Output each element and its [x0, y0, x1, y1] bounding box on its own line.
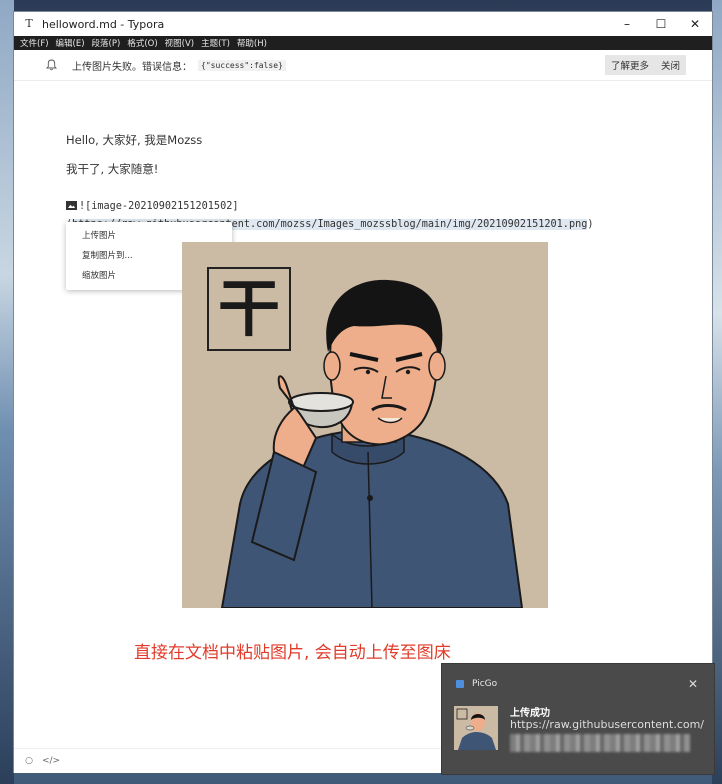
close-button[interactable]: ✕ — [678, 12, 712, 36]
menu-theme[interactable]: 主题(T) — [201, 37, 230, 49]
sign-character: 干 — [218, 272, 280, 345]
menu-edit[interactable]: 编辑(E) — [56, 37, 85, 49]
menu-format[interactable]: 格式(O) — [127, 37, 157, 49]
menu-help[interactable]: 帮助(H) — [237, 37, 267, 49]
toast-body: 上传成功 https://raw.githubusercontent.com/ — [454, 704, 704, 764]
desktop-background-left — [0, 0, 14, 784]
toast-header: PicGo ✕ — [442, 664, 714, 704]
window-title: helloword.md - Typora — [42, 17, 165, 31]
error-code: {"success":false} — [198, 59, 286, 71]
bell-icon — [44, 58, 58, 72]
menu-paragraph[interactable]: 段落(P) — [92, 37, 121, 49]
picgo-toast-notification[interactable]: PicGo ✕ 上传成功 https://raw.githubuserconte… — [442, 664, 714, 774]
paragraph-greeting[interactable]: Hello, 大家好, 我是Mozss — [66, 132, 202, 148]
typora-app-icon: T — [25, 17, 33, 30]
upload-error-notification: 上传图片失败。错误信息： {"success":false} 了解更多 关闭 — [14, 50, 712, 81]
paragraph-cheers[interactable]: 我干了, 大家随意! — [66, 161, 158, 177]
maximize-button[interactable]: ☐ — [644, 12, 678, 36]
caption-text: 直接在文档中粘贴图片, 会自动上传至图床 — [134, 643, 451, 663]
learn-more-button[interactable]: 了解更多 — [604, 55, 655, 75]
title-bar[interactable]: T helloword.md - Typora – ☐ ✕ — [14, 12, 712, 36]
md-suffix: ) — [587, 219, 594, 230]
menu-view[interactable]: 视图(V) — [165, 37, 194, 49]
dismiss-button[interactable]: 关闭 — [654, 55, 686, 75]
menu-bar: 文件(F) 编辑(E) 段落(P) 格式(O) 视图(V) 主题(T) 帮助(H… — [14, 36, 712, 50]
sidebar-toggle-icon[interactable]: ○ — [22, 754, 36, 768]
toast-redacted-text — [510, 734, 690, 752]
menu-file[interactable]: 文件(F) — [20, 37, 49, 49]
picgo-app-icon — [456, 680, 464, 688]
minimize-button[interactable]: – — [610, 12, 644, 36]
editor-content[interactable]: Hello, 大家好, 我是Mozss 我干了, 大家随意! ![image-2… — [14, 98, 712, 748]
image-icon — [66, 201, 77, 210]
toast-thumbnail — [454, 706, 498, 750]
toast-close-icon[interactable]: ✕ — [688, 677, 698, 691]
cheers-man-illustration: 干 — [182, 242, 548, 608]
toast-url: https://raw.githubusercontent.com/ — [510, 718, 705, 731]
error-message: 上传图片失败。错误信息： — [72, 61, 192, 73]
typora-window: T helloword.md - Typora – ☐ ✕ 文件(F) 编辑(E… — [14, 12, 712, 773]
toast-title: 上传成功 — [510, 708, 550, 719]
inserted-image[interactable]: 干 — [182, 242, 548, 608]
toast-app-name: PicGo — [472, 679, 498, 689]
source-code-mode-icon[interactable]: </> — [42, 754, 60, 768]
